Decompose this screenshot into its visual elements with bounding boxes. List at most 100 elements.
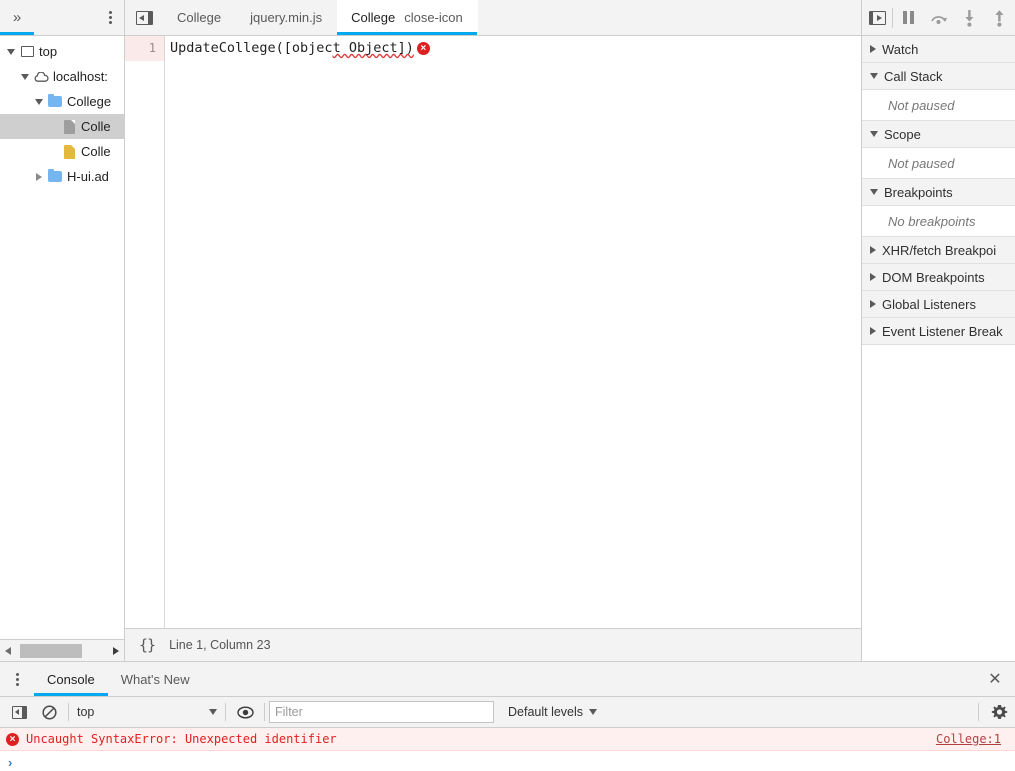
document-icon [60, 119, 78, 134]
clear-console-icon[interactable] [34, 697, 64, 727]
tree-item-localhost[interactable]: localhost: [0, 64, 124, 89]
show-navigator-icon[interactable] [125, 0, 163, 35]
console-drawer: Console What's New ✕ top Filter Default … [0, 662, 1015, 771]
debugger-sections: Watch Call Stack Not paused Scope Not pa… [862, 36, 1015, 661]
tab-label: College [351, 10, 396, 25]
editor-content[interactable]: 1 UpdateCollege([objec t Object]) × [125, 36, 861, 628]
editor-status-bar: {} Line 1, Column 23 [125, 628, 861, 661]
cursor-position-label: Line 1, Column 23 [169, 638, 271, 652]
tree-item-college-script[interactable]: Colle [0, 139, 124, 164]
show-debugger-sidebar-icon[interactable] [862, 0, 892, 35]
code-line-1[interactable]: UpdateCollege([objec t Object]) × [165, 36, 861, 61]
tree-item-label: H-ui.ad [67, 169, 109, 184]
step-into-icon[interactable] [954, 0, 984, 35]
tree-item-label: Colle [81, 119, 111, 134]
twisty-down-icon[interactable] [4, 48, 18, 55]
twisty-right-icon[interactable] [32, 172, 46, 181]
twisty-down-icon[interactable] [32, 98, 46, 105]
devtools-main-region: » top localhost: College Colle Colle H-u… [0, 0, 1015, 662]
tree-item-label: top [39, 44, 58, 59]
section-call-stack[interactable]: Call Stack [862, 63, 1015, 90]
execution-context-selector[interactable]: top [73, 701, 221, 723]
folder-icon [46, 93, 64, 107]
section-event-listener-breakpoints[interactable]: Event Listener Break [862, 318, 1015, 345]
console-message-list: × Uncaught SyntaxError: Unexpected ident… [0, 728, 1015, 771]
call-stack-empty-text: Not paused [862, 90, 1015, 121]
scroll-left-arrow-icon[interactable] [0, 640, 16, 662]
code-text-prefix: UpdateCollege([objec [170, 40, 333, 56]
section-scope[interactable]: Scope [862, 121, 1015, 148]
console-message-text: Uncaught SyntaxError: Unexpected identif… [26, 732, 337, 746]
section-watch[interactable]: Watch [862, 36, 1015, 63]
tree-item-label: localhost: [53, 69, 108, 84]
live-expression-icon[interactable] [230, 697, 260, 727]
chevron-right-icon [870, 273, 876, 281]
console-sidebar-icon[interactable] [4, 697, 34, 727]
chevron-right-icon [870, 300, 876, 308]
log-levels-label: Default levels [508, 705, 584, 719]
tab-console[interactable]: Console [34, 662, 108, 696]
console-error-message[interactable]: × Uncaught SyntaxError: Unexpected ident… [0, 728, 1015, 751]
drawer-tab-label: What's New [120, 671, 190, 687]
navigator-horizontal-scrollbar[interactable] [0, 639, 124, 661]
pause-icon[interactable] [893, 0, 923, 35]
debugger-sidebar: Watch Call Stack Not paused Scope Not pa… [862, 0, 1015, 661]
error-marker-icon[interactable]: × [416, 42, 430, 55]
twisty-down-icon[interactable] [18, 73, 32, 80]
section-global-listeners[interactable]: Global Listeners [862, 291, 1015, 318]
breakpoints-empty-text: No breakpoints [862, 206, 1015, 237]
code-area[interactable]: UpdateCollege([objec t Object]) × [165, 36, 861, 628]
pretty-print-icon[interactable]: {} [139, 636, 156, 654]
chevron-down-icon [589, 709, 598, 715]
tree-item-top[interactable]: top [0, 39, 124, 64]
step-out-icon[interactable] [985, 0, 1015, 35]
chevron-double-right-icon[interactable]: » [0, 0, 34, 35]
tab-whats-new[interactable]: What's New [108, 662, 203, 696]
close-icon[interactable]: ✕ [975, 662, 1015, 696]
execution-context-label: top [77, 705, 95, 719]
chevron-down-icon [870, 73, 878, 79]
code-text-error-span: t Object]) [332, 40, 414, 56]
section-label: Event Listener Break [882, 323, 1003, 339]
console-prompt[interactable]: › [0, 751, 1015, 771]
vertical-dots-icon[interactable] [96, 0, 124, 35]
gear-icon[interactable] [983, 697, 1015, 727]
navigator-panel: » top localhost: College Colle Colle H-u… [0, 0, 125, 661]
scrollbar-track[interactable] [16, 640, 108, 662]
toolbar-divider [264, 703, 265, 721]
editor-gutter: 1 [125, 36, 165, 628]
scope-empty-text: Not paused [862, 148, 1015, 179]
file-tree: top localhost: College Colle Colle H-ui.… [0, 36, 124, 639]
section-breakpoints[interactable]: Breakpoints [862, 179, 1015, 206]
tree-item-label: College [67, 94, 112, 109]
section-label: Call Stack [884, 68, 943, 84]
tree-item-college-document[interactable]: Colle [0, 114, 124, 139]
chevron-down-icon [209, 709, 217, 715]
tab-college-2[interactable]: College close-icon [337, 0, 478, 35]
close-icon[interactable]: close-icon [404, 11, 463, 24]
cloud-icon [32, 72, 50, 82]
step-over-icon[interactable] [924, 0, 954, 35]
tab-jquery-min-js[interactable]: jquery.min.js [236, 0, 337, 35]
section-xhr-fetch-breakpoints[interactable]: XHR/fetch Breakpoi [862, 237, 1015, 264]
log-levels-selector[interactable]: Default levels [508, 705, 598, 719]
section-dom-breakpoints[interactable]: DOM Breakpoints [862, 264, 1015, 291]
tree-item-college-folder[interactable]: College [0, 89, 124, 114]
console-toolbar-right [974, 697, 1015, 727]
tree-item-h-ui-admin[interactable]: H-ui.ad [0, 164, 124, 189]
filter-input[interactable] [269, 701, 494, 723]
console-message-source-link[interactable]: College:1 [936, 732, 1001, 746]
scrollbar-thumb[interactable] [20, 643, 82, 658]
devtools-window: » top localhost: College Colle Colle H-u… [0, 0, 1015, 771]
section-label: Scope [884, 126, 921, 142]
chevron-right-icon [870, 246, 876, 254]
drawer-tabbar: Console What's New ✕ [0, 662, 1015, 697]
chevron-right-icon [870, 327, 876, 335]
tab-label: jquery.min.js [250, 10, 323, 25]
chevron-right-icon [870, 45, 876, 53]
chevron-down-icon [870, 189, 878, 195]
scroll-right-arrow-icon[interactable] [108, 640, 124, 662]
tab-college-1[interactable]: College [163, 0, 236, 35]
vertical-dots-icon[interactable] [0, 662, 34, 696]
toolbar-divider [68, 703, 69, 721]
